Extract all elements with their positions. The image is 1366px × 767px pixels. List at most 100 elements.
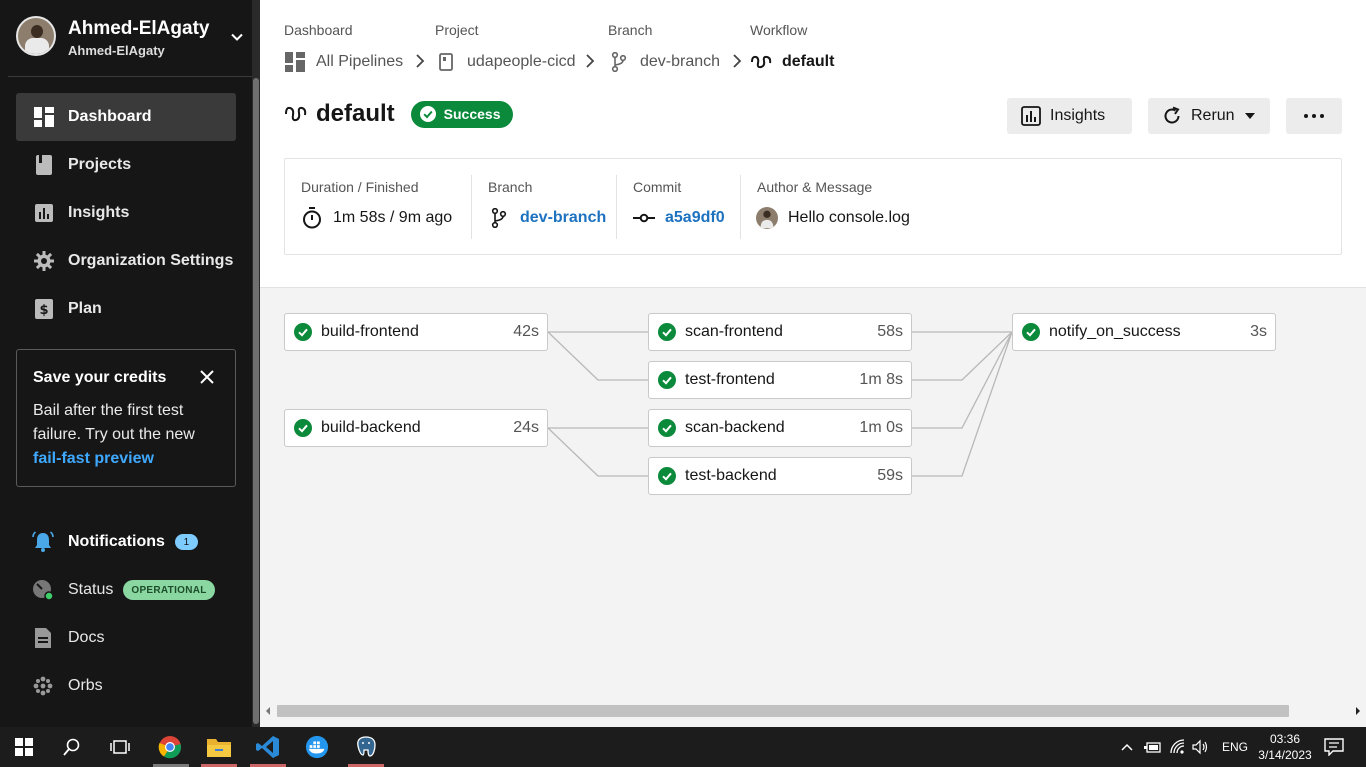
project-link[interactable]: udapeople-cicd [467, 53, 576, 71]
sidebar-item-dashboard[interactable]: Dashboard [16, 93, 236, 141]
chevron-down-icon[interactable] [230, 30, 244, 44]
language-indicator[interactable]: ENG [1222, 740, 1248, 754]
docker-icon[interactable] [305, 735, 329, 759]
breadcrumb-branch[interactable]: Branch dev-branch [608, 22, 720, 72]
horizontal-scrollbar[interactable] [260, 703, 1366, 719]
job-name: scan-backend [685, 419, 785, 436]
all-pipelines-link[interactable]: All Pipelines [316, 53, 403, 71]
branch-link[interactable]: dev-branch [520, 209, 606, 227]
job-test-backend[interactable]: test-backend 59s [648, 457, 912, 495]
more-options-button[interactable] [1286, 98, 1342, 134]
breadcrumb-value[interactable]: All Pipelines [284, 51, 403, 73]
duration-value: 1m 58s / 9m ago [333, 209, 453, 226]
document-icon [32, 627, 54, 649]
sidebar-scrollbar-thumb[interactable] [253, 78, 259, 724]
breadcrumb-dashboard[interactable]: Dashboard All Pipelines [284, 22, 403, 72]
meta-value: 1m 58s / 9m ago [301, 207, 452, 229]
scroll-right-arrow-icon[interactable] [1353, 706, 1363, 716]
refresh-icon [1161, 105, 1183, 127]
chart-icon [33, 202, 55, 224]
job-duration: 59s [877, 467, 903, 484]
orbs-label: Orbs [68, 677, 103, 694]
author-avatar [756, 207, 778, 229]
search-icon[interactable] [60, 735, 84, 759]
wifi-icon[interactable] [1170, 739, 1186, 755]
meta-divider [740, 175, 741, 239]
vscode-icon[interactable] [256, 735, 280, 759]
clock-time: 03:36 [1269, 732, 1301, 746]
task-view-icon[interactable] [108, 735, 132, 759]
branch-link[interactable]: dev-branch [640, 53, 720, 71]
chevron-up-icon[interactable] [1120, 742, 1134, 752]
user-avatar [16, 16, 56, 56]
sidebar-item-status[interactable]: Status OPERATIONAL [32, 578, 215, 602]
job-scan-backend[interactable]: scan-backend 1m 0s [648, 409, 912, 447]
commit-message: Hello console.log [788, 209, 910, 226]
job-test-frontend[interactable]: test-frontend 1m 8s [648, 361, 912, 399]
dashboard-icon [284, 51, 306, 73]
file-explorer-icon[interactable] [207, 735, 231, 759]
chrome-icon[interactable] [158, 735, 182, 759]
rerun-button[interactable]: Rerun [1148, 98, 1270, 134]
breadcrumb-value: default [750, 51, 834, 73]
sidebar-item-docs[interactable]: Docs [32, 626, 104, 650]
scroll-left-arrow-icon[interactable] [263, 706, 273, 716]
status-badge-label: Success [443, 106, 501, 122]
check-circle-icon [419, 106, 436, 122]
promo-card: Save your credits Bail after the first t… [16, 349, 236, 487]
commit-icon [633, 207, 655, 229]
action-center-icon[interactable] [1322, 735, 1346, 759]
job-scan-frontend[interactable]: scan-frontend 58s [648, 313, 912, 351]
sidebar-item-notifications[interactable]: Notifications 1 [32, 530, 198, 554]
volume-icon[interactable] [1192, 739, 1210, 755]
promo-body-text: Bail after the first test failure. Try o… [33, 402, 195, 443]
breadcrumb-caption: Branch [608, 22, 653, 38]
promo-body: Bail after the first test failure. Try o… [33, 399, 223, 471]
sidebar-scrollbar[interactable] [252, 0, 260, 727]
horizontal-scrollbar-thumb[interactable] [277, 705, 1289, 717]
fail-fast-preview-link[interactable]: fail-fast preview [33, 450, 154, 467]
commit-link[interactable]: a5a9df0 [665, 209, 725, 227]
breadcrumb-caption: Project [435, 22, 479, 38]
taskbar-clock[interactable]: 03:36 3/14/2023 [1255, 731, 1315, 763]
stopwatch-icon [301, 207, 323, 229]
branch-icon [488, 207, 510, 229]
user-menu[interactable]: Ahmed-ElAgaty Ahmed-ElAgaty [16, 16, 246, 60]
notifications-count-badge: 1 [174, 534, 198, 550]
meta-caption: Duration / Finished [301, 179, 419, 195]
meta-value[interactable]: a5a9df0 [633, 207, 725, 229]
branch-icon [608, 51, 630, 73]
check-circle-icon [294, 323, 312, 341]
windows-start-icon[interactable] [12, 735, 36, 759]
workflow-header: default Success [284, 100, 513, 128]
job-name: test-frontend [685, 371, 775, 388]
battery-icon[interactable] [1144, 740, 1162, 754]
job-duration: 1m 0s [859, 419, 903, 436]
sidebar-item-orbs[interactable]: Orbs [32, 674, 103, 698]
meta-divider [616, 175, 617, 239]
job-duration: 42s [513, 323, 539, 340]
meta-value[interactable]: dev-branch [488, 207, 606, 229]
workflow-meta-panel: Duration / Finished 1m 58s / 9m ago Bran… [284, 158, 1342, 255]
insights-button[interactable]: Insights [1007, 98, 1132, 134]
job-build-frontend[interactable]: build-frontend 42s [284, 313, 548, 351]
sidebar: Ahmed-ElAgaty Ahmed-ElAgaty Dashboard Pr… [0, 0, 252, 727]
status-badge: Success [410, 100, 513, 128]
close-icon[interactable] [199, 369, 215, 385]
job-build-backend[interactable]: build-backend 24s [284, 409, 548, 447]
postgresql-icon[interactable] [354, 735, 378, 759]
bell-icon [32, 531, 54, 553]
breadcrumb-project[interactable]: Project udapeople-cicd [435, 22, 576, 71]
notifications-label: Notifications [68, 533, 165, 550]
job-duration: 1m 8s [859, 371, 903, 388]
breadcrumb-value[interactable]: dev-branch [608, 51, 720, 73]
book-icon [33, 154, 55, 176]
sidebar-item-plan[interactable]: $ Plan [16, 285, 236, 333]
sidebar-item-insights[interactable]: Insights [16, 189, 236, 237]
check-circle-icon [658, 467, 676, 485]
breadcrumb-value[interactable]: udapeople-cicd [435, 51, 576, 73]
sidebar-item-organization-settings[interactable]: Organization Settings [16, 237, 236, 285]
sidebar-item-projects[interactable]: Projects [16, 141, 236, 189]
job-notify-on-success[interactable]: notify_on_success 3s [1012, 313, 1276, 351]
meta-caption: Commit [633, 179, 682, 195]
